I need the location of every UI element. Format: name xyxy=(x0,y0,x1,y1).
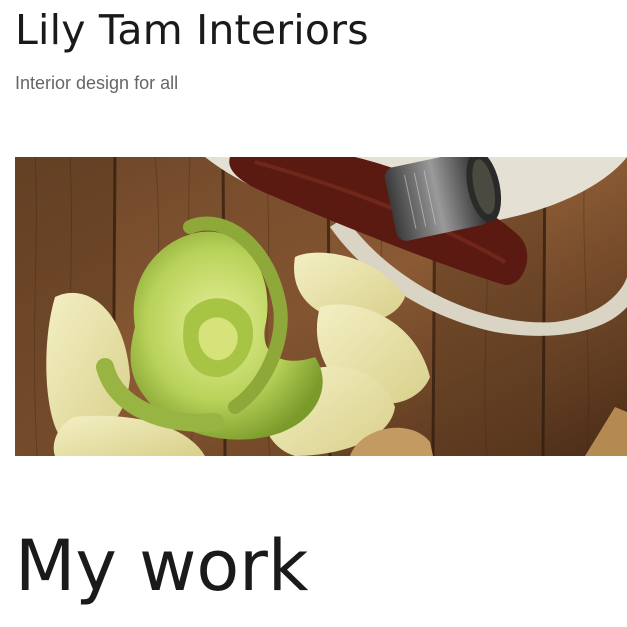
site-tagline: Interior design for all xyxy=(15,73,179,93)
section-heading: My work xyxy=(15,525,309,607)
hero-image xyxy=(15,157,627,456)
site-title[interactable]: Lily Tam Interiors xyxy=(15,4,369,56)
food-photo-icon xyxy=(15,157,627,456)
